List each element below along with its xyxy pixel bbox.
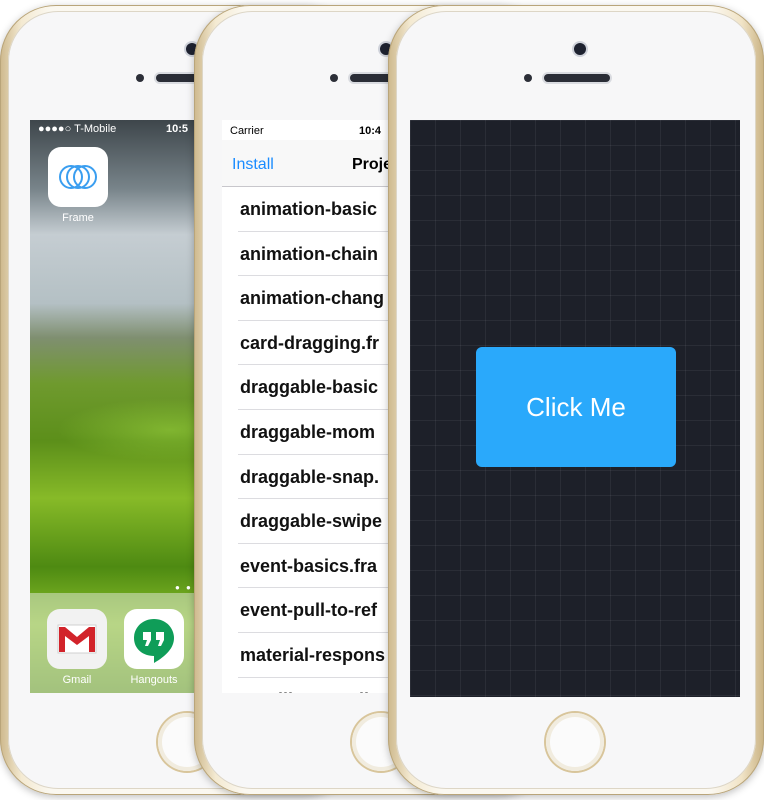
list-item-label: draggable-swipe (240, 511, 383, 532)
list-item-label: event-pull-to-ref (240, 600, 377, 621)
list-item-label: event-basics.fra (240, 555, 378, 576)
status-time: 10:5 (166, 123, 189, 135)
home-button[interactable] (546, 713, 604, 771)
status-time: 10:4 (359, 125, 382, 137)
app-label: Gmail (62, 674, 92, 686)
carrier-label: ●●●●○ T-Mobile (38, 123, 117, 135)
phone-prototype-preview: Click Me (388, 5, 764, 795)
app-gmail[interactable]: Gmail (46, 609, 108, 686)
proximity-sensor (136, 74, 144, 82)
front-camera (574, 43, 586, 55)
gmail-icon (47, 609, 107, 669)
list-item-label: draggable-snap. (240, 466, 380, 487)
app-hangouts[interactable]: Hangouts (123, 609, 185, 686)
app-label: Hangouts (130, 674, 178, 686)
frame-app-icon (48, 147, 108, 207)
hangouts-icon (124, 609, 184, 669)
list-item-label: draggable-mom (240, 421, 376, 442)
prototype-screen: Click Me (410, 120, 740, 697)
nav-title: Proje (352, 156, 393, 173)
page-indicator: ● ● (175, 583, 193, 592)
proximity-sensor (524, 74, 532, 82)
app-frame[interactable]: Frame (47, 147, 109, 224)
list-item-label: card-dragging.fr (240, 332, 380, 353)
carrier-label: Carrier (230, 125, 264, 137)
list-item-label: scrolling-parall (240, 690, 369, 693)
list-item-label: animation-chain (240, 243, 379, 264)
earpiece-speaker (544, 74, 610, 82)
list-item-label: animation-chang (240, 288, 385, 309)
install-button[interactable]: Install (232, 156, 274, 174)
app-label: Frame (62, 212, 94, 224)
proximity-sensor (330, 74, 338, 82)
click-me-button[interactable]: Click Me (476, 347, 676, 467)
list-item-label: draggable-basic (240, 377, 379, 398)
list-item-label: animation-basic (240, 199, 378, 219)
list-item-label: material-respons (240, 644, 386, 665)
